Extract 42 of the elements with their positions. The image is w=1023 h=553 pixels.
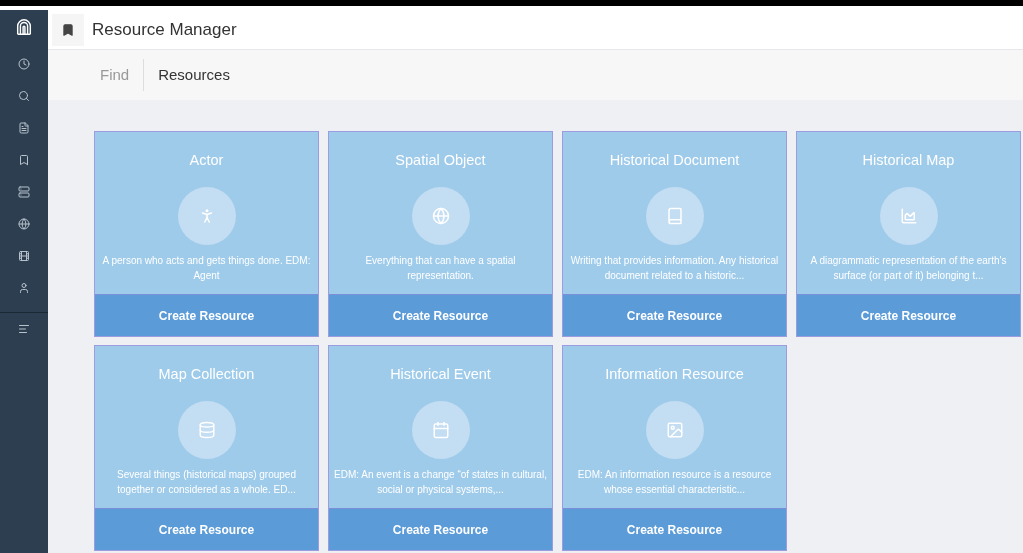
book-icon: [665, 206, 684, 225]
tab[interactable]: Find: [100, 63, 144, 87]
page-title: Resource Manager: [92, 18, 237, 41]
document-icon[interactable]: [18, 122, 30, 134]
user-icon[interactable]: [18, 282, 30, 294]
clock-icon[interactable]: [18, 58, 30, 70]
list-icon[interactable]: [18, 323, 30, 335]
create-resource-button[interactable]: Create Resource: [95, 294, 318, 336]
card-title: Map Collection: [158, 365, 255, 384]
globe-icon: [431, 206, 450, 225]
globe-icon[interactable]: [18, 218, 30, 230]
create-resource-button[interactable]: Create Resource: [329, 508, 552, 550]
card-description: Everything that can have a spatial representation.: [364, 253, 517, 283]
bookmark-icon: [61, 22, 75, 37]
create-resource-button[interactable]: Create Resource: [563, 508, 786, 550]
bookmark-button[interactable]: [52, 13, 84, 46]
card-description: Several things (historical maps) grouped together or considered as a whole. ED...: [116, 467, 297, 497]
bookmark-icon[interactable]: [18, 154, 30, 166]
logo-icon[interactable]: [15, 18, 33, 36]
calendar-icon: [431, 420, 450, 439]
card-title: Information Resource: [605, 365, 744, 384]
card-title: Actor: [189, 151, 224, 170]
card-description: Writing that provides information. Any historical document related to a historic...: [569, 253, 780, 283]
film-icon[interactable]: [18, 250, 30, 262]
search-icon[interactable]: [18, 90, 30, 102]
card-title: Historical Map: [862, 151, 955, 170]
create-resource-button[interactable]: Create Resource: [797, 294, 1020, 336]
card-description: A person who acts and gets things done. EDM: Agent: [101, 253, 312, 283]
create-resource-button[interactable]: Create Resource: [563, 294, 786, 336]
image-icon: [665, 420, 684, 439]
card-description: A diagrammatic representation of the earth's surface (or part of it) belonging t...: [809, 253, 1008, 283]
card-description: EDM: An event is a change “of states in cultural, social or physical systems,...: [333, 467, 548, 497]
card-title: Historical Document: [609, 151, 740, 170]
create-resource-button[interactable]: Create Resource: [95, 508, 318, 550]
database-icon: [197, 420, 216, 439]
card-title: Historical Event: [390, 365, 491, 384]
area-chart-icon: [899, 206, 918, 225]
card-title: Spatial Object: [395, 151, 486, 170]
server-icon[interactable]: [18, 186, 30, 198]
tab[interactable]: Resources: [144, 63, 244, 87]
card-description: EDM: An information resource is a resource whose essential characteristic...: [576, 467, 773, 497]
create-resource-button[interactable]: Create Resource: [329, 294, 552, 336]
